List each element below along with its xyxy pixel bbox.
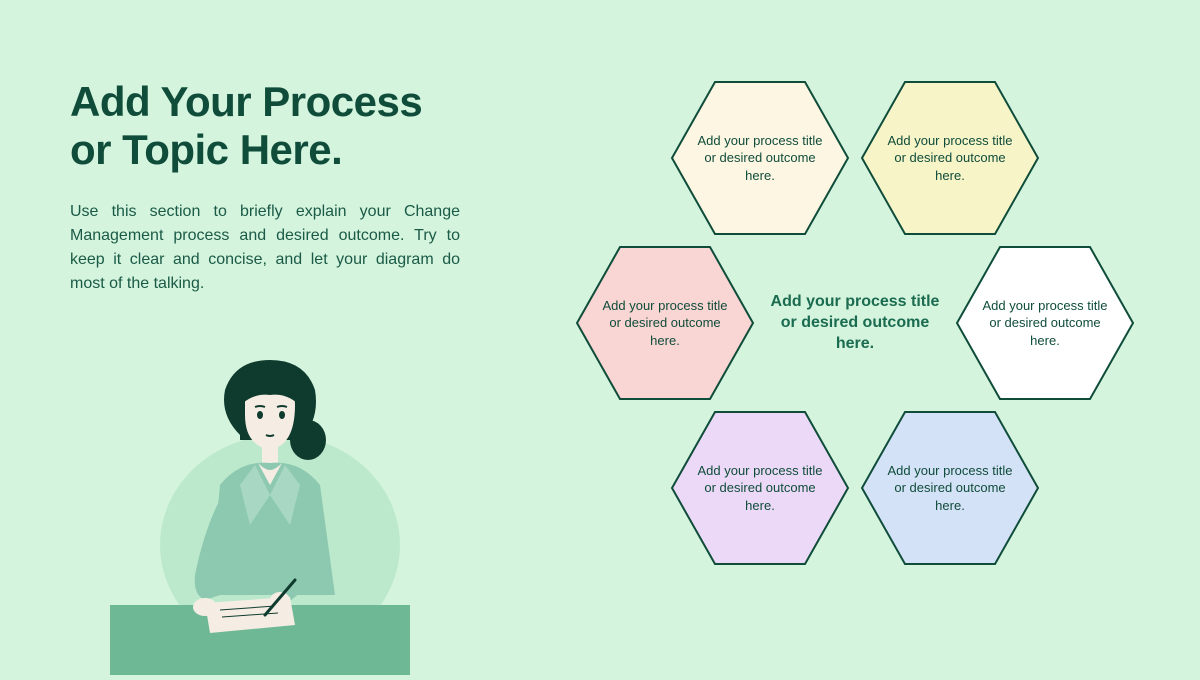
title-line-2: or Topic Here. [70,126,342,173]
hexagon-1: Add your process title or desired outcom… [670,80,850,236]
hexagon-5: Add your process title or desired outcom… [670,410,850,566]
hexagon-2: Add your process title or desired outcom… [860,80,1040,236]
slide-title: Add Your Process or Topic Here. [70,78,422,175]
hexagon-6-label: Add your process title or desired outcom… [860,462,1040,515]
hexagon-3-label: Add your process title or desired outcom… [575,297,755,350]
hexagon-4-label: Add your process title or desired outcom… [955,297,1135,350]
hexagon-1-label: Add your process title or desired outcom… [670,132,850,185]
hexagon-3: Add your process title or desired outcom… [575,245,755,401]
hexagon-5-label: Add your process title or desired outcom… [670,462,850,515]
person-writing-illustration [110,345,410,675]
hexagon-6: Add your process title or desired outcom… [860,410,1040,566]
hexagon-diagram: Add your process title or desired outcom… [540,70,1170,630]
hexagon-4: Add your process title or desired outcom… [955,245,1135,401]
title-line-1: Add Your Process [70,78,422,125]
slide-description: Use this section to briefly explain your… [70,200,460,296]
hexagon-2-label: Add your process title or desired outcom… [860,132,1040,185]
center-label: Add your process title or desired outcom… [765,292,945,354]
